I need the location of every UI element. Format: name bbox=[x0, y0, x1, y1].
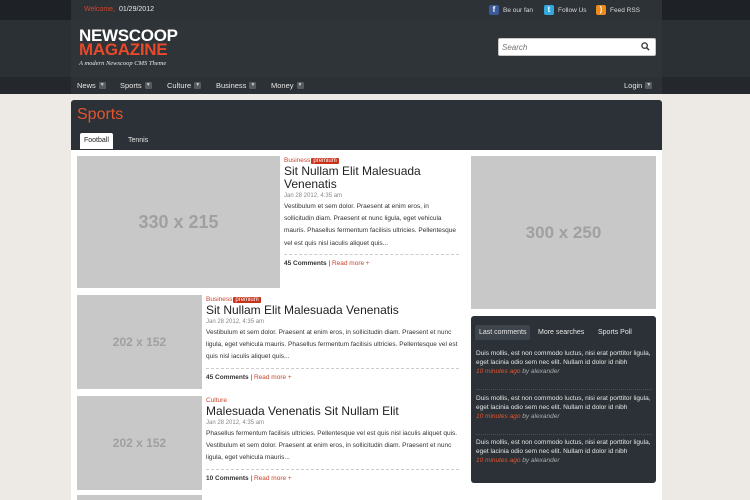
ad-placeholder[interactable]: 300 x 250 bbox=[471, 156, 656, 309]
top-bar: Welcome, 01/29/2012 f Be our fan t Follo… bbox=[0, 0, 750, 20]
comment-item[interactable]: Duis mollis, est non commodo luctus, nis… bbox=[476, 438, 652, 466]
search-box bbox=[498, 38, 656, 56]
site-header: NEWSCOOP MAGAZINE A modern Newscoop CMS … bbox=[0, 20, 750, 77]
article-meta: 45 Comments | Read more + bbox=[206, 367, 459, 381]
article-excerpt: Vestibulum et sem dolor. Praesent at eni… bbox=[206, 329, 458, 361]
article-title[interactable]: Sit Nullam Elit Malesuada Venenatis bbox=[284, 165, 459, 191]
article-image-placeholder[interactable]: 202 x 152 bbox=[77, 295, 202, 389]
article-2: Business premium Sit Nullam Elit Malesuad… bbox=[206, 296, 459, 381]
comment-meta: 10 minutes ago by alexander bbox=[476, 412, 652, 421]
article-excerpt: Vestibulum et sem dolor. Praesent at eni… bbox=[284, 203, 456, 247]
tab-tennis[interactable]: Tennis bbox=[124, 133, 152, 149]
article-meta: 45 Comments | Read more + bbox=[284, 253, 459, 267]
tab-more-searches[interactable]: More searches bbox=[534, 325, 588, 340]
twitter-icon: t bbox=[544, 5, 554, 15]
tab-football[interactable]: Football bbox=[80, 133, 113, 149]
top-bar-inner: Welcome, 01/29/2012 f Be our fan t Follo… bbox=[71, 0, 662, 20]
current-date: 01/29/2012 bbox=[118, 6, 154, 13]
divider bbox=[476, 389, 652, 390]
search-icon[interactable] bbox=[641, 42, 650, 51]
comment-time: 10 minutes ago bbox=[476, 457, 521, 465]
section-title: Sports bbox=[77, 106, 124, 123]
article-image-placeholder[interactable] bbox=[77, 495, 202, 500]
main-nav-inner: News ▼ Sports ▼ Culture ▼ Business ▼ Mon… bbox=[71, 77, 662, 94]
article-image-placeholder[interactable]: 202 x 152 bbox=[77, 396, 202, 490]
article-title[interactable]: Malesuada Venenatis Sit Nullam Elit bbox=[206, 405, 459, 418]
facebook-label: Be our fan bbox=[503, 6, 533, 14]
article-excerpt: Phasellus fermentum facilisis ultricies.… bbox=[206, 430, 458, 462]
meta-separator: | bbox=[328, 259, 331, 267]
login-label: Login bbox=[624, 81, 643, 90]
site-header-inner: NEWSCOOP MAGAZINE A modern Newscoop CMS … bbox=[71, 20, 662, 77]
tab-sports-poll[interactable]: Sports Poll bbox=[594, 325, 636, 340]
article-date: Jan 28 2012, 4:35 am bbox=[284, 193, 343, 199]
comment-author: by alexander bbox=[522, 457, 560, 465]
chevron-down-icon: ▼ bbox=[98, 82, 106, 89]
comment-text: Duis mollis, est non commodo luctus, nis… bbox=[476, 439, 651, 456]
main-nav: News ▼ Sports ▼ Culture ▼ Business ▼ Mon… bbox=[0, 77, 750, 94]
article-title[interactable]: Sit Nullam Elit Malesuada Venenatis bbox=[206, 304, 459, 317]
nav-item-label: News bbox=[77, 81, 96, 90]
facebook-link[interactable]: f Be our fan bbox=[489, 4, 533, 16]
article-1: Business premium Sit Nullam Elit Malesuad… bbox=[284, 157, 459, 267]
nav-item-money[interactable]: Money ▼ bbox=[271, 81, 304, 90]
nav-item-label: Business bbox=[216, 81, 247, 90]
article-date: Jan 28 2012, 4:35 am bbox=[206, 420, 265, 426]
nav-item-sports[interactable]: Sports ▼ bbox=[120, 81, 152, 90]
facebook-icon: f bbox=[489, 5, 499, 15]
comment-item[interactable]: Duis mollis, est non commodo luctus, nis… bbox=[476, 394, 652, 422]
welcome-label: Welcome, bbox=[84, 6, 115, 13]
nav-item-label: Sports bbox=[120, 81, 142, 90]
nav-item-culture[interactable]: Culture ▼ bbox=[167, 81, 202, 90]
comment-meta: 10 minutes ago by alexander bbox=[476, 456, 652, 465]
read-more-link[interactable]: Read more + bbox=[254, 475, 292, 482]
section-header: Sports Football Tennis bbox=[71, 100, 662, 150]
article-image-placeholder[interactable]: 330 x 215 bbox=[77, 156, 280, 288]
comments-widget: Last comments More searches Sports Poll … bbox=[471, 316, 656, 483]
read-more-link[interactable]: Read more + bbox=[332, 260, 370, 267]
rss-link[interactable]: ) Feed RSS bbox=[596, 4, 640, 16]
nav-item-label: Money bbox=[271, 81, 294, 90]
nav-item-business[interactable]: Business ▼ bbox=[216, 81, 257, 90]
welcome-text: Welcome, 01/29/2012 bbox=[84, 6, 154, 13]
comment-time: 10 minutes ago bbox=[476, 413, 521, 421]
article-category[interactable]: Culture bbox=[206, 397, 227, 404]
divider bbox=[476, 434, 652, 435]
twitter-label: Follow Us bbox=[558, 6, 587, 14]
article-category[interactable]: Business bbox=[206, 296, 232, 303]
nav-item-label: Culture bbox=[167, 81, 192, 90]
search-input[interactable] bbox=[502, 41, 632, 53]
chevron-down-icon: ▼ bbox=[249, 82, 257, 89]
twitter-link[interactable]: t Follow Us bbox=[544, 4, 587, 16]
comment-author: by alexander bbox=[522, 413, 560, 421]
tab-last-comments[interactable]: Last comments bbox=[475, 325, 531, 340]
comment-meta: 10 minutes ago by alexander bbox=[476, 367, 652, 376]
meta-separator: | bbox=[250, 474, 253, 482]
comment-item[interactable]: Duis mollis, est non commodo luctus, nis… bbox=[476, 349, 652, 377]
chevron-down-icon: ▼ bbox=[296, 82, 304, 89]
article-3: Culture Malesuada Venenatis Sit Nullam E… bbox=[206, 397, 459, 482]
comment-author: by alexander bbox=[522, 368, 560, 376]
comments-link[interactable]: 10 Comments bbox=[206, 475, 249, 482]
nav-item-news[interactable]: News ▼ bbox=[77, 81, 106, 90]
logo-line-2[interactable]: MAGAZINE bbox=[79, 41, 168, 58]
read-more-link[interactable]: Read more + bbox=[254, 374, 292, 381]
tagline: A modern Newscoop CMS Theme bbox=[79, 60, 167, 67]
comment-text: Duis mollis, est non commodo luctus, nis… bbox=[476, 350, 651, 367]
login-button[interactable]: Login ▼ bbox=[624, 81, 653, 90]
comment-time: 10 minutes ago bbox=[476, 368, 521, 376]
rss-label: Feed RSS bbox=[610, 6, 640, 14]
chevron-down-icon: ▼ bbox=[194, 82, 202, 89]
rss-icon: ) bbox=[596, 5, 606, 15]
article-meta: 10 Comments | Read more + bbox=[206, 468, 459, 482]
chevron-down-icon: ▼ bbox=[645, 82, 653, 89]
chevron-down-icon: ▼ bbox=[144, 82, 152, 89]
article-category[interactable]: Business bbox=[284, 157, 310, 164]
article-date: Jan 28 2012, 4:35 am bbox=[206, 319, 265, 325]
comments-link[interactable]: 45 Comments bbox=[206, 374, 249, 381]
comment-text: Duis mollis, est non commodo luctus, nis… bbox=[476, 395, 651, 412]
meta-separator: | bbox=[250, 373, 253, 381]
comments-link[interactable]: 45 Comments bbox=[284, 260, 327, 267]
